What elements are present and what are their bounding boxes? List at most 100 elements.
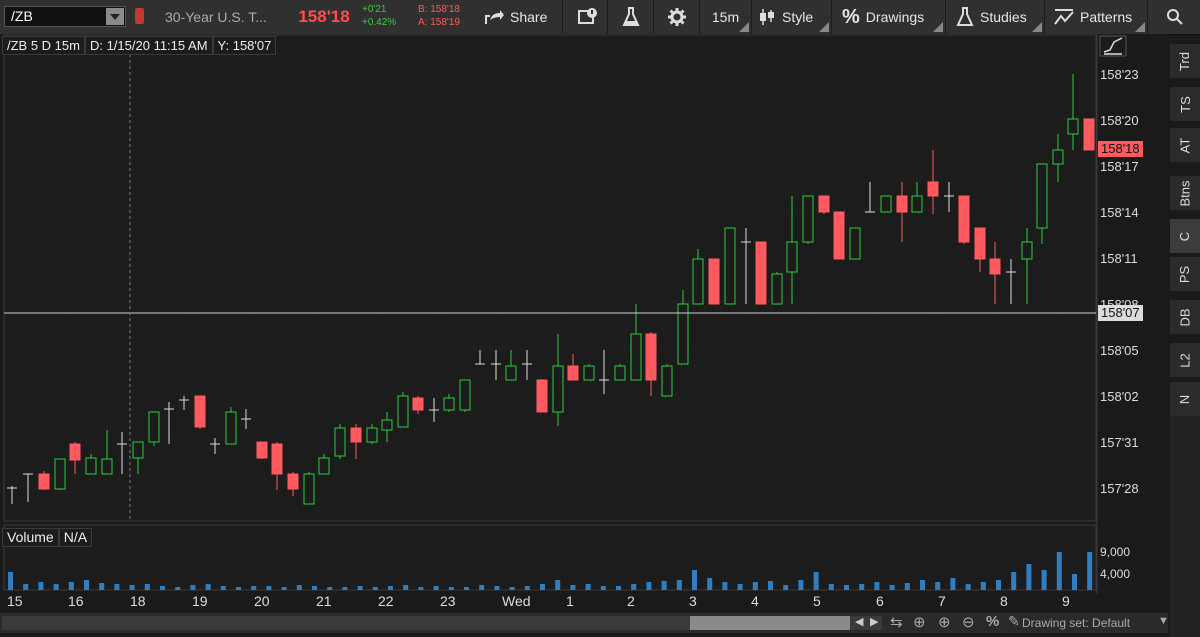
candle-body [225, 411, 237, 445]
time-label: 20 [254, 593, 270, 609]
candle-body [412, 397, 424, 411]
volume-bar [783, 585, 789, 590]
candle-body [271, 443, 283, 475]
volume-bar [585, 584, 591, 590]
horizontal-scrollbar-thumb[interactable] [690, 616, 850, 630]
alert-button[interactable] [568, 0, 608, 34]
scan-button[interactable] [1150, 0, 1200, 34]
bid-value: B: 158'18 [418, 4, 460, 15]
alert-icon [577, 8, 597, 24]
candle-body [771, 273, 783, 305]
volume-bar [205, 584, 211, 590]
chart-area[interactable] [0, 34, 1168, 634]
candle-body [1036, 163, 1048, 229]
timeframe-button[interactable]: 15m [700, 0, 752, 34]
candle-body [38, 473, 50, 490]
candle-body [911, 195, 923, 213]
candle-body [708, 258, 720, 305]
share-button[interactable]: Share [478, 0, 563, 34]
zoom-in-icon[interactable]: ⊕ [938, 613, 951, 631]
symbol-value: /ZB [11, 8, 33, 24]
volume-bar [722, 582, 728, 590]
volume-bar [23, 584, 29, 590]
tab-at[interactable]: AT [1170, 128, 1200, 163]
time-label: 8 [1000, 593, 1008, 609]
volume-bar [433, 586, 439, 590]
candle-body [194, 395, 206, 428]
tab-db-label: DB [1177, 307, 1193, 327]
volume-bar [1041, 570, 1047, 590]
tab-trd[interactable]: Trd [1170, 44, 1200, 79]
percent-icon[interactable]: % [986, 613, 999, 630]
last-price: 158'18 [298, 7, 350, 26]
tab-btns-label: Btns [1177, 179, 1193, 207]
volume-bar [296, 585, 302, 590]
volume-bar [646, 582, 652, 590]
price-pane[interactable] [3, 34, 1097, 522]
price-label: 158'23 [1100, 67, 1139, 82]
volume-bar [236, 587, 241, 590]
volume-bar [600, 586, 606, 590]
symbol-input[interactable]: /ZB [4, 6, 126, 27]
volume-label[interactable]: Volume [2, 528, 59, 547]
volume-bar [190, 585, 196, 590]
volume-bar [661, 581, 667, 590]
volume-bar [768, 581, 773, 590]
patterns-button[interactable]: Patterns [1048, 0, 1148, 34]
drawing-set-label[interactable]: Drawing set: Default [1022, 616, 1130, 630]
lab-button[interactable] [608, 0, 654, 34]
drawings-caret-icon [933, 22, 943, 32]
candle-body [802, 195, 814, 243]
drawings-button[interactable]: % Drawings [836, 0, 946, 34]
scroll-right-icon[interactable]: ▶ [870, 615, 878, 628]
drawing-set-dropdown-icon[interactable]: ▼ [1158, 615, 1169, 627]
search-icon [1167, 9, 1183, 25]
crosshair-price-tag: 158'07 [1098, 305, 1143, 321]
chart-symbol-period[interactable]: /ZB 5 D 15m [2, 36, 85, 55]
crosshair-icon[interactable]: ⊕ [913, 613, 926, 631]
tab-db[interactable]: DB [1170, 300, 1200, 335]
tab-btns[interactable]: Btns [1170, 176, 1200, 211]
current-price-tag: 158'18 [1098, 141, 1143, 157]
link-color-icon[interactable] [135, 8, 144, 24]
candle-body [303, 473, 315, 505]
tab-l2[interactable]: L2 [1170, 343, 1200, 378]
chart-style-icon[interactable] [1099, 35, 1127, 57]
candle-body [896, 195, 908, 213]
volume-bar [464, 587, 469, 590]
zoom-out-icon[interactable]: ⊖ [962, 613, 975, 631]
patterns-icon [1054, 9, 1074, 25]
time-label: 23 [440, 593, 456, 609]
flask-icon [956, 7, 974, 26]
volume-bar [616, 586, 621, 590]
style-button[interactable]: Style [752, 0, 832, 34]
tab-ps[interactable]: PS [1170, 257, 1200, 292]
volume-pane[interactable] [3, 524, 1097, 591]
tab-c[interactable]: C [1170, 219, 1200, 254]
volume-bar [448, 587, 454, 590]
settings-button[interactable] [654, 0, 700, 34]
candle-body [818, 195, 830, 213]
candle-body [1083, 118, 1095, 151]
tab-ts[interactable]: TS [1170, 87, 1200, 122]
candle-body [85, 457, 97, 475]
scroll-left-icon[interactable]: ◀ [855, 615, 863, 628]
candle-body [443, 397, 455, 411]
volume-bar [1056, 552, 1062, 590]
chart-info-header: /ZB 5 D 15m D: 1/15/20 11:15 AM Y: 158'0… [2, 36, 277, 55]
volume-bar [175, 587, 181, 590]
volume-bar [631, 584, 637, 590]
symbol-dropdown-icon[interactable] [106, 8, 124, 25]
pan-icon[interactable]: ⇆ [890, 613, 903, 631]
volume-header: Volume N/A [2, 528, 93, 547]
tab-n[interactable]: N [1170, 382, 1200, 417]
studies-button[interactable]: Studies [950, 0, 1045, 34]
volume-bar [980, 582, 986, 590]
pencil-icon[interactable]: ✎ [1008, 613, 1020, 630]
candle-body [1067, 118, 1079, 135]
volume-bar [950, 578, 956, 590]
volume-bar [312, 586, 317, 590]
symbol-description: 30-Year U.S. T... [165, 9, 267, 25]
time-label: Wed [502, 593, 531, 609]
candle-body [833, 211, 845, 260]
